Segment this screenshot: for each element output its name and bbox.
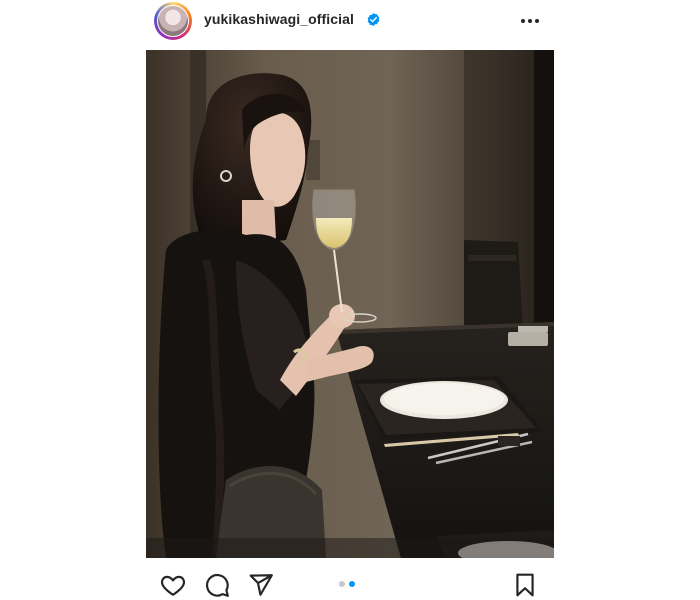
carousel-dot-2-active[interactable]: [349, 581, 355, 587]
post-header: yukikashiwagi_official: [146, 0, 554, 42]
avatar-story-ring[interactable]: [154, 2, 192, 40]
post-photo[interactable]: [146, 50, 554, 558]
heart-icon[interactable]: [160, 572, 186, 598]
photo-scene: [146, 50, 554, 558]
bookmark-icon[interactable]: [512, 572, 538, 598]
paper-plane-icon[interactable]: [248, 572, 274, 598]
carousel-dot-1[interactable]: [339, 581, 345, 587]
comment-icon[interactable]: [204, 572, 230, 598]
action-bar: [146, 566, 554, 600]
instagram-post: yukikashiwagi_official: [0, 0, 700, 600]
verified-badge-icon: [367, 12, 380, 27]
username[interactable]: yukikashiwagi_official: [204, 11, 354, 27]
more-options-icon[interactable]: [518, 11, 542, 31]
avatar[interactable]: [157, 5, 189, 37]
